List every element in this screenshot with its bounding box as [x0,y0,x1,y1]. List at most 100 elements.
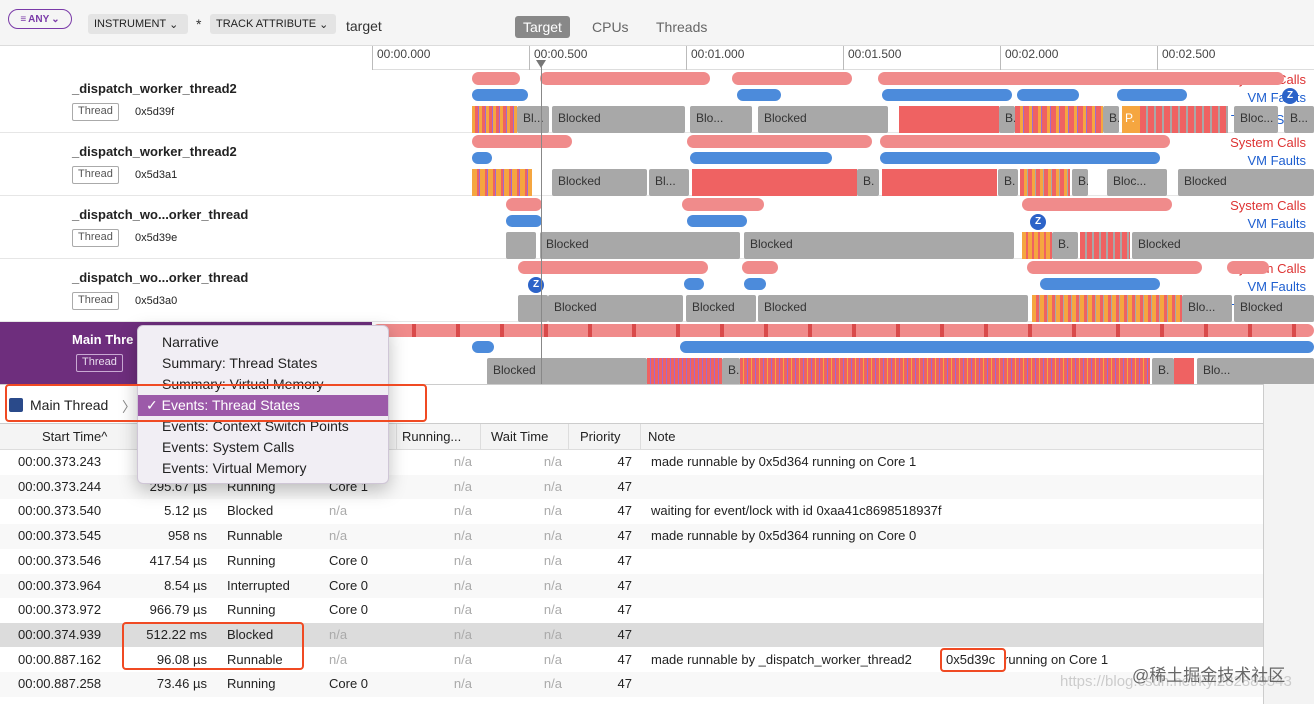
syscalls-lane[interactable] [372,324,1314,341]
ruler-tick: 00:02.000 [1000,46,1058,70]
table-cell: Interrupted [227,577,290,593]
table-cell: 5.12 µs [164,503,207,519]
table-cell: Running [227,552,276,568]
col-note[interactable]: Note [648,429,675,444]
table-row[interactable]: 00:00.373.964 8.54 µs Interrupted Core 0 n/a… [0,573,1263,598]
filter-input[interactable]: target [346,18,382,34]
syscalls-lane[interactable] [372,135,1314,152]
vm-faults-lane[interactable]: Z [372,214,1314,232]
table-cell: n/a [453,478,472,494]
thread-name: _dispatch_wo...orker_thread [72,207,249,222]
table-row[interactable]: 00:00.373.546 417.54 µs Running Core 0 n/a n/… [0,549,1263,574]
table-cell: 00:00.373.545 [18,528,102,544]
table-cell: made runnable by _dispatch_worker_thread… [651,651,912,667]
syscalls-lane[interactable] [372,261,1314,278]
table-cell: Runnable [227,528,283,544]
table-cell: n/a [453,602,472,618]
table-cell: n/a [453,626,472,642]
vm-faults-lane[interactable] [372,341,1314,358]
any-filter-button[interactable]: ≡ ANY ⌄ [8,9,72,29]
table-cell: n/a [453,503,472,519]
vm-faults-lane[interactable]: Z [372,277,1314,295]
col-running[interactable]: Running... [402,429,461,444]
table-cell: n/a [543,552,562,568]
ruler-tick: 00:01.500 [843,46,901,70]
thread-name: _dispatch_wo...orker_thread [72,270,249,285]
vm-faults-lane[interactable]: Z [372,88,1314,106]
table-cell: 47 [617,503,632,519]
thread-state-lane[interactable]: Blocked Blocked B. Blocked [372,232,1314,259]
table-cell: Core 0 [329,552,369,568]
table-cell: 47 [617,676,632,692]
thread-name: _dispatch_worker_thread2 [72,81,237,96]
table-row[interactable]: 00:00.373.972 966.79 µs Running Core 0 n/a n/… [0,598,1263,623]
table-cell: 47 [617,651,632,667]
thread-track-0x5d39f[interactable]: _dispatch_worker_thread2 Thread 0x5d39f … [0,70,1314,133]
col-priority[interactable]: Priority [580,429,620,444]
thread-track-0x5d3a0[interactable]: _dispatch_wo...orker_thread Thread 0x5d3… [0,259,1314,322]
table-cell: 00:00.887.162 [18,651,102,667]
table-cell: 966.79 µs [149,602,207,618]
table-cell: Running [227,676,276,692]
menu-item-summary-thread-states[interactable]: Summary: Thread States [138,353,388,374]
thread-badge: Thread [72,229,119,247]
table-cell: n/a [543,676,562,692]
table-cell: n/a [329,528,348,544]
col-start-time[interactable]: Start Time^ [42,429,107,444]
filter-bar: ≡ ANY ⌄ INSTRUMENT ⌄ * TRACK ATTRIBUTE ⌄… [0,0,1314,46]
thread-badge: Thread [76,354,123,372]
highlight-box [5,384,427,422]
wildcard-token: * [196,16,202,32]
table-cell: 73.46 µs [156,676,207,692]
note-tail: running on Core 1 [1004,651,1109,667]
thread-state-lane[interactable]: Blocked Blocked Blocked Blo... Blocked [372,295,1314,322]
track-attribute-token[interactable]: TRACK ATTRIBUTE ⌄ [210,14,336,34]
playhead-line [541,66,542,386]
menu-item-events-virtual-memory[interactable]: Events: Virtual Memory [138,458,388,479]
table-cell: n/a [329,503,348,519]
thread-track-0x5d3a1[interactable]: _dispatch_worker_thread2 Thread 0x5d3a1 … [0,133,1314,196]
thread-state-lane[interactable]: Blocked Bl... B. B. B. Bloc... Blocked [372,169,1314,196]
scope-threads[interactable]: Threads [648,16,715,38]
thread-state-lane[interactable]: Bl... Blocked Blo... Blocked B. B. P. Bl… [372,106,1314,133]
ruler-tick: 00:02.500 [1157,46,1215,70]
table-cell: n/a [543,454,562,469]
table-row[interactable]: 00:00.373.540 5.12 µs Blocked n/a n/a n/a 47 wa… [0,499,1263,524]
vm-faults-lane[interactable] [372,152,1314,169]
menu-item-narrative[interactable]: Narrative [138,332,388,353]
thread-name: _dispatch_worker_thread2 [72,144,237,159]
time-ruler[interactable]: 00:00.000 00:00.500 00:01.000 00:01.500 … [372,46,1314,70]
table-cell: Blocked [227,503,274,519]
table-cell: n/a [543,478,562,494]
thread-state-lane[interactable]: Blocked B. B. Blo... [372,358,1314,385]
table-cell: n/a [453,676,472,692]
thread-id: 0x5d39e [135,232,178,244]
thread-badge: Thread [72,292,119,310]
thread-track-0x5d39e[interactable]: _dispatch_wo...orker_thread Thread 0x5d3… [0,196,1314,259]
table-cell: made runnable by 0x5d364 running on Core… [651,454,917,469]
menu-item-events-system-calls[interactable]: Events: System Calls [138,437,388,458]
scope-cpus[interactable]: CPUs [584,16,637,38]
table-cell: Running [227,602,276,618]
syscalls-lane[interactable] [372,72,1314,89]
col-wait-time[interactable]: Wait Time [491,429,548,444]
table-cell: 00:00.373.540 [18,503,102,519]
ruler-tick: 00:00.000 [372,46,430,70]
table-cell: 00:00.373.972 [18,602,102,618]
thread-badge: Thread [72,166,119,184]
zero-fill-icon: Z [1030,214,1046,230]
instrument-filter-token[interactable]: INSTRUMENT ⌄ [88,14,188,34]
scope-target[interactable]: Target [515,16,570,38]
ruler-tick: 00:00.500 [529,46,587,70]
table-cell: 958 ns [167,528,207,544]
syscalls-lane[interactable] [372,198,1314,215]
table-cell: n/a [543,602,562,618]
table-cell: 8.54 µs [164,577,207,593]
table-cell: n/a [543,577,562,593]
table-cell: 47 [617,478,632,494]
table-cell: 00:00.373.546 [18,552,102,568]
table-cell: n/a [453,552,472,568]
table-cell: 00:00.373.964 [18,577,102,593]
thread-name: Main Thre [72,332,134,347]
table-row[interactable]: 00:00.373.545 958 ns Runnable n/a n/a n/a 47 ma… [0,524,1263,549]
